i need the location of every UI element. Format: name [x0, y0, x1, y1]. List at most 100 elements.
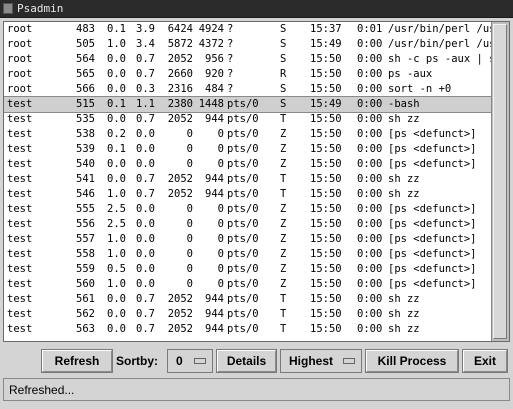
process-row[interactable]: test 535 0.0 0.7 2052 944 pts/0 T 15:50 0:00 sh zz [4, 112, 491, 127]
cell-time: 0:00 [357, 293, 383, 305]
cell-cpu: 0.0 [107, 53, 126, 65]
vertical-scrollbar[interactable] [491, 22, 509, 341]
cell-rss: 944 [205, 113, 224, 125]
process-row[interactable]: test 559 0.5 0.0 0 0 pts/0 Z 15:50 0:00 [ps <defun… [4, 262, 491, 277]
cell-start: 15:50 [310, 233, 342, 245]
cell-rss: 0 [217, 203, 224, 215]
process-row[interactable]: test 558 1.0 0.0 0 0 pts/0 Z 15:50 0:00 [ps <defun… [4, 247, 491, 262]
cell-time: 0:01 [357, 23, 383, 35]
cell-vsz: 0 [186, 218, 193, 230]
process-row[interactable]: root 565 0.0 0.7 2660 920? R 15:50 0:00 ps -aux [4, 67, 491, 82]
status-text: Refreshed... [9, 383, 75, 397]
cell-user: test [7, 173, 33, 185]
cell-mem: 1.1 [136, 98, 155, 110]
cell-pid: 505 [76, 38, 95, 50]
process-row[interactable]: root 566 0.0 0.3 2316 484? S 15:50 0:00 sort -n +… [4, 82, 491, 97]
cell-tty: pts/0 [227, 188, 259, 200]
cell-stat: T [280, 308, 287, 320]
process-row[interactable]: test 562 0.0 0.7 2052 944 pts/0 T 15:50 0:00 sh zz [4, 307, 491, 322]
cell-pid: 558 [76, 248, 95, 260]
cell-cmd: sh zz [388, 173, 420, 185]
process-list[interactable]: root 483 0.1 3.9 6424 4924? S 15:37 0:01/usr/bin… [4, 22, 491, 341]
process-row[interactable]: test 515 0.1 1.1 2380 1448 pts/0 S 15:49 0:00 -bas… [4, 96, 491, 113]
cell-rss: 4372 [198, 38, 224, 50]
cell-time: 0:00 [357, 248, 383, 260]
option-menu-indicator-icon [194, 358, 206, 364]
cell-cpu: 0.0 [107, 158, 126, 170]
cell-stat: T [280, 113, 287, 125]
kill-process-button[interactable]: Kill Process [365, 349, 459, 373]
priority-value: Highest [289, 354, 334, 368]
cell-vsz: 2052 [167, 173, 193, 185]
cell-user: test [7, 308, 33, 320]
process-row[interactable]: root 483 0.1 3.9 6424 4924? S 15:37 0:01/usr/bin… [4, 22, 491, 37]
cell-pid: 535 [76, 113, 95, 125]
cell-stat: Z [280, 263, 287, 275]
cell-cpu: 0.0 [107, 68, 126, 80]
process-row[interactable]: test 540 0.0 0.0 0 0 pts/0 Z 15:50 0:00 [ps <defun… [4, 157, 491, 172]
cell-stat: Z [280, 218, 287, 230]
process-row[interactable]: root 564 0.0 0.7 2052 956? S 15:50 0:00 sh -c ps … [4, 52, 491, 67]
cell-mem: 0.0 [136, 218, 155, 230]
process-row[interactable]: test 563 0.0 0.7 2052 944 pts/0 T 15:50 0:00 sh zz [4, 322, 491, 337]
cell-cmd: sort -n +0 [388, 83, 452, 95]
exit-button[interactable]: Exit [462, 349, 508, 373]
refresh-button[interactable]: Refresh [41, 349, 113, 373]
priority-select[interactable]: Highest [280, 349, 362, 373]
cell-mem: 3.9 [136, 23, 155, 35]
cell-cpu: 0.1 [107, 98, 126, 110]
cell-cmd: sh zz [388, 293, 420, 305]
cell-pid: 557 [76, 233, 95, 245]
process-row[interactable]: test 555 2.5 0.0 0 0 pts/0 Z 15:50 0:00 [ps <defun… [4, 202, 491, 217]
cell-time: 0:00 [357, 218, 383, 230]
cell-vsz: 2052 [167, 293, 193, 305]
process-row[interactable]: test 556 2.5 0.0 0 0 pts/0 Z 15:50 0:00 [ps <defun… [4, 217, 491, 232]
cell-vsz: 0 [186, 263, 193, 275]
cell-vsz: 0 [186, 278, 193, 290]
cell-cmd: [ps <defunct>] [388, 203, 477, 215]
cell-tty: pts/0 [227, 323, 259, 335]
cell-mem: 0.7 [136, 113, 155, 125]
cell-start: 15:50 [310, 113, 342, 125]
cell-tty: pts/0 [227, 143, 259, 155]
cell-mem: 0.7 [136, 53, 155, 65]
toolbar: Refresh Sortby: 0 Details Highest Kill P… [3, 345, 510, 377]
cell-vsz: 0 [186, 128, 193, 140]
cell-start: 15:50 [310, 68, 342, 80]
cell-cmd: ps -aux [388, 68, 433, 80]
cell-pid: 560 [76, 278, 95, 290]
scrollbar-thumb[interactable] [493, 24, 507, 339]
process-row[interactable]: test 541 0.0 0.7 2052 944 pts/0 T 15:50 0:00 sh zz [4, 172, 491, 187]
cell-start: 15:50 [310, 158, 342, 170]
process-row[interactable]: test 560 1.0 0.0 0 0 pts/0 Z 15:50 0:00 [ps <defun… [4, 277, 491, 292]
cell-pid: 564 [76, 53, 95, 65]
process-row[interactable]: test 561 0.0 0.7 2052 944 pts/0 T 15:50 0:00 sh zz [4, 292, 491, 307]
cell-pid: 546 [76, 188, 95, 200]
cell-user: root [7, 23, 33, 35]
cell-mem: 0.0 [136, 158, 155, 170]
cell-mem: 0.7 [136, 173, 155, 185]
cell-mem: 0.7 [136, 293, 155, 305]
process-row[interactable]: test 538 0.2 0.0 0 0 pts/0 Z 15:50 0:00 [ps <defun… [4, 127, 491, 142]
process-row[interactable]: test 557 1.0 0.0 0 0 pts/0 Z 15:50 0:00 [ps <defun… [4, 232, 491, 247]
cell-cpu: 1.0 [107, 278, 126, 290]
cell-vsz: 2052 [167, 308, 193, 320]
cell-tty: pts/0 [227, 218, 259, 230]
cell-user: test [7, 263, 33, 275]
cell-user: test [7, 113, 33, 125]
process-row[interactable]: test 539 0.1 0.0 0 0 pts/0 Z 15:50 0:00 [ps <defun… [4, 142, 491, 157]
cell-vsz: 0 [186, 233, 193, 245]
details-button[interactable]: Details [216, 349, 277, 373]
cell-start: 15:50 [310, 278, 342, 290]
process-row[interactable]: test 546 1.0 0.7 2052 944 pts/0 T 15:50 0:00 sh zz [4, 187, 491, 202]
cell-cpu: 0.0 [107, 323, 126, 335]
cell-vsz: 2052 [167, 323, 193, 335]
cell-stat: S [280, 53, 287, 65]
sortby-select[interactable]: 0 [167, 349, 213, 373]
cell-pid: 565 [76, 68, 95, 80]
cell-cmd: -bash [388, 98, 420, 110]
cell-tty: ? [227, 38, 234, 50]
process-row[interactable]: root 505 1.0 3.4 5872 4372? S 15:49 0:00/usr/bin… [4, 37, 491, 52]
cell-vsz: 6424 [167, 23, 193, 35]
cell-rss: 4924 [198, 23, 224, 35]
